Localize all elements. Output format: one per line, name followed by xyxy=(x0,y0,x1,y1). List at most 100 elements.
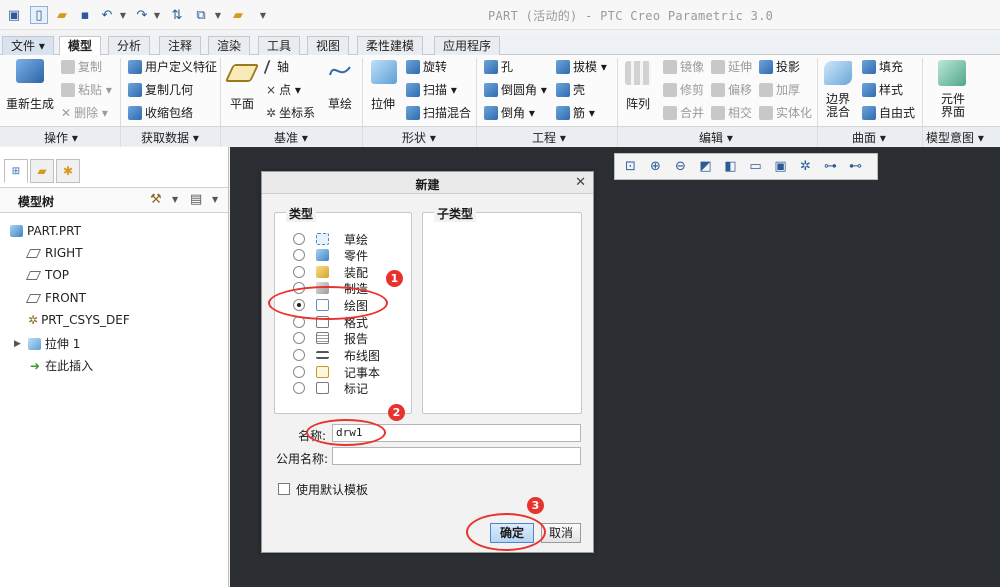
tab-render[interactable]: 渲染 xyxy=(208,36,251,55)
type-option-diagram[interactable]: 布线图 xyxy=(293,347,380,363)
tree-item-insert-here[interactable]: ➜ 在此插入 xyxy=(30,357,93,374)
spin-center-icon[interactable]: ⊷ xyxy=(844,156,867,178)
udf-button[interactable]: 用户定义特征 xyxy=(128,59,217,75)
boundary-blend-button[interactable]: 边界混合 xyxy=(826,93,852,119)
radio-button[interactable] xyxy=(293,382,305,394)
group-get-data[interactable]: 获取数据 ▾ xyxy=(141,129,199,146)
draft-button[interactable]: 拔模 ▾ xyxy=(556,59,607,75)
sketch-button[interactable]: 草绘 xyxy=(328,96,352,112)
datum-display-icon[interactable]: ✲ xyxy=(794,156,817,178)
point-button[interactable]: × 点 ▾ xyxy=(266,82,301,98)
zoom-out-icon[interactable]: ⊖ xyxy=(669,156,692,178)
new-file-icon[interactable]: ▯ xyxy=(30,6,48,24)
hole-button[interactable]: 孔 xyxy=(484,59,513,75)
use-default-template-checkbox[interactable] xyxy=(278,483,290,495)
radio-button[interactable] xyxy=(293,366,305,378)
swept-blend-button[interactable]: 扫描混合 xyxy=(406,105,471,121)
customize-toolbar-icon[interactable]: ▼ xyxy=(258,6,268,24)
save-icon[interactable]: ▪ xyxy=(76,6,94,24)
radio-button[interactable] xyxy=(293,233,305,245)
type-option-markup[interactable]: 标记 xyxy=(293,380,368,396)
tab-file[interactable]: 文件 ▾ xyxy=(2,36,54,55)
group-datum[interactable]: 基准 ▾ xyxy=(274,129,308,146)
group-editing[interactable]: 编辑 ▾ xyxy=(699,129,733,146)
cancel-button[interactable]: 取消 xyxy=(541,523,581,543)
undo-icon[interactable]: ↶ xyxy=(99,6,115,24)
axis-button[interactable]: 轴 xyxy=(263,59,289,75)
type-option-report[interactable]: 报告 xyxy=(293,330,368,346)
shell-button[interactable]: 壳 xyxy=(556,82,585,98)
csys-button[interactable]: ✲ 坐标系 xyxy=(266,105,315,121)
regenerate-button[interactable]: 重新生成 xyxy=(6,96,54,112)
windows-dropdown-icon[interactable]: ▼ xyxy=(213,6,223,24)
tree-item-part[interactable]: PART.PRT xyxy=(10,224,81,238)
tab-tools[interactable]: 工具 xyxy=(258,36,301,55)
tab-analysis[interactable]: 分析 xyxy=(108,36,151,55)
type-option-sketch[interactable]: 草绘 xyxy=(293,231,368,247)
refit-icon[interactable]: ⊡ xyxy=(619,156,642,178)
common-name-input[interactable] xyxy=(332,447,581,465)
group-shapes[interactable]: 形状 ▾ xyxy=(402,129,436,146)
revolve-button[interactable]: 旋转 xyxy=(406,59,447,75)
tree-item-front[interactable]: FRONT xyxy=(25,291,86,305)
group-engineering[interactable]: 工程 ▾ xyxy=(532,129,566,146)
type-option-part[interactable]: 零件 xyxy=(293,247,368,263)
thicken-button[interactable]: 加厚 xyxy=(759,82,800,98)
tab-view[interactable]: 视图 xyxy=(307,36,350,55)
offset-button[interactable]: 偏移 xyxy=(711,82,752,98)
expand-arrow-icon[interactable]: ▶ xyxy=(14,339,21,349)
tab-applications[interactable]: 应用程序 xyxy=(434,36,501,55)
group-model-intent[interactable]: 模型意图 ▾ xyxy=(926,129,984,146)
folder-browser-tab[interactable]: ▰ xyxy=(30,159,54,183)
type-option-notebook[interactable]: 记事本 xyxy=(293,364,380,380)
shrinkwrap-button[interactable]: 收缩包络 xyxy=(128,105,193,121)
merge-button[interactable]: 合并 xyxy=(663,105,704,121)
tree-filters-dropdown-icon[interactable]: ▼ xyxy=(212,195,218,204)
trim-button[interactable]: 修剪 xyxy=(663,82,704,98)
project-button[interactable]: 投影 xyxy=(759,59,800,75)
tree-item-csys[interactable]: ✲ PRT_CSYS_DEF xyxy=(28,313,130,327)
tab-model[interactable]: 模型 xyxy=(59,36,102,56)
tree-item-extrude[interactable]: ▶ 拉伸 1 xyxy=(14,335,80,352)
regenerate-icon[interactable]: ⇅ xyxy=(168,6,186,24)
tree-settings-icon[interactable]: ⚒ xyxy=(150,192,162,207)
tree-item-right[interactable]: RIGHT xyxy=(25,246,83,260)
annotation-display-icon[interactable]: ⊶ xyxy=(819,156,842,178)
zoom-in-icon[interactable]: ⊕ xyxy=(644,156,667,178)
fill-button[interactable]: 填充 xyxy=(862,59,903,75)
radio-button[interactable] xyxy=(293,349,305,361)
redo-dropdown-icon[interactable]: ▼ xyxy=(152,6,162,24)
copy-button[interactable]: 复制 xyxy=(61,59,102,75)
model-tree-tab[interactable]: ⊞ xyxy=(4,159,28,183)
radio-button[interactable] xyxy=(293,266,305,278)
extrude-button[interactable]: 拉伸 xyxy=(371,96,395,112)
chamfer-button[interactable]: 倒角 ▾ xyxy=(484,105,535,121)
component-interface-button[interactable]: 元件界面 xyxy=(941,93,967,119)
freestyle-button[interactable]: 自由式 xyxy=(862,105,915,121)
radio-button[interactable] xyxy=(293,249,305,261)
intersect-button[interactable]: 相交 xyxy=(711,105,752,121)
delete-button[interactable]: ✕ 删除 ▾ xyxy=(61,105,108,121)
mirror-button[interactable]: 镜像 xyxy=(663,59,704,75)
tree-item-top[interactable]: TOP xyxy=(25,268,69,282)
tab-annotate[interactable]: 注释 xyxy=(159,36,202,55)
round-button[interactable]: 倒圆角 ▾ xyxy=(484,82,547,98)
solidify-button[interactable]: 实体化 xyxy=(759,105,812,121)
dialog-title-bar[interactable]: 新建 ✕ xyxy=(262,172,593,194)
repaint-icon[interactable]: ◩ xyxy=(694,156,717,178)
tree-settings-dropdown-icon[interactable]: ▼ xyxy=(172,195,178,204)
sweep-button[interactable]: 扫描 ▾ xyxy=(406,82,457,98)
rib-button[interactable]: 筋 ▾ xyxy=(556,105,595,121)
group-operations[interactable]: 操作 ▾ xyxy=(44,129,78,146)
radio-button[interactable] xyxy=(293,332,305,344)
close-icon[interactable]: ✕ xyxy=(575,175,586,190)
type-option-assembly[interactable]: 装配 xyxy=(293,264,368,280)
group-surfaces[interactable]: 曲面 ▾ xyxy=(852,129,886,146)
close-window-icon[interactable]: ▰ xyxy=(229,6,247,24)
extend-button[interactable]: 延伸 xyxy=(711,59,752,75)
view-manager-icon[interactable]: ▣ xyxy=(769,156,792,178)
paste-button[interactable]: 粘贴 ▾ xyxy=(61,82,112,98)
windows-icon[interactable]: ⧉ xyxy=(192,6,210,24)
favorites-tab[interactable]: ✱ xyxy=(56,159,80,183)
plane-button[interactable]: 平面 xyxy=(230,96,254,112)
